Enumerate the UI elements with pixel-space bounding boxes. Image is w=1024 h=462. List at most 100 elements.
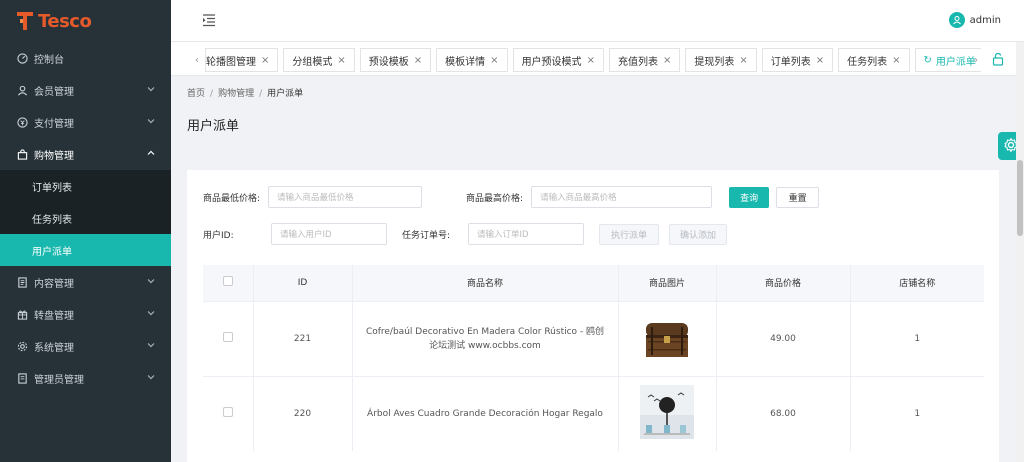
payment-icon xyxy=(16,116,28,128)
row-checkbox[interactable] xyxy=(222,407,233,418)
row-select-cell xyxy=(203,375,254,451)
close-icon[interactable]: × xyxy=(892,55,900,66)
chevron-up-icon xyxy=(147,149,157,159)
close-icon[interactable]: × xyxy=(414,55,422,66)
sidebar-menu: 控制台 会员管理 支付管理 购物管理 订单列表 任务列表 用户派单 内容管理 转… xyxy=(0,42,171,394)
sidebar-item-label: 系统管理 xyxy=(34,342,74,354)
row-checkbox[interactable] xyxy=(222,332,233,342)
tab-withdraw-list[interactable]: 提现列表 × xyxy=(685,48,757,72)
close-icon[interactable]: × xyxy=(490,55,498,66)
sidebar-item-wheel[interactable]: 转盘管理 xyxy=(0,298,171,330)
dashboard-icon xyxy=(16,52,28,64)
user-id-input[interactable]: 请输入用户ID xyxy=(271,223,387,245)
table-row: 221 Cofre/baúl Decorativo En Madera Colo… xyxy=(203,300,984,376)
username: admin xyxy=(969,14,1001,26)
select-all-checkbox[interactable] xyxy=(222,276,233,287)
tab-recharge-list[interactable]: 充值列表 × xyxy=(608,48,681,72)
tab-carousel[interactable]: 轮播图管理 × xyxy=(205,48,279,72)
breadcrumb-current: 用户派单 xyxy=(267,89,304,99)
close-icon[interactable]: × xyxy=(587,55,595,66)
avatar-icon xyxy=(948,12,965,28)
dispatch-row: 用户ID: 请输入用户ID 任务订单号: 请输入订单ID 执行派单 确认添加 xyxy=(203,223,728,245)
tab-label: 提现列表 xyxy=(694,56,735,68)
query-button[interactable]: 查询 xyxy=(729,186,770,208)
cell-id: 221 xyxy=(253,300,353,376)
tab-user-preset[interactable]: 用户预设模式 × xyxy=(512,48,604,72)
document-icon xyxy=(16,276,28,288)
tab-label: 预设模板 xyxy=(368,56,409,68)
page-scrollbar[interactable] xyxy=(1016,42,1024,462)
tab-preset-template[interactable]: 预设模板 × xyxy=(359,48,432,72)
column-header-image: 商品图片 xyxy=(618,265,717,301)
refresh-icon[interactable]: ↻ xyxy=(924,55,932,66)
sidebar-subitem-task-list[interactable]: 任务列表 xyxy=(0,202,171,234)
tab-label: 模板详情 xyxy=(445,56,486,68)
tab-order-list[interactable]: 订单列表 × xyxy=(761,48,834,72)
max-price-label: 商品最高价格: xyxy=(466,193,524,204)
tesco-logo-icon xyxy=(16,10,34,32)
cell-price: 68.00 xyxy=(716,375,851,451)
sidebar: Tesco 控制台 会员管理 支付管理 购物管理 订单列表 任务列表 用户派单 xyxy=(0,0,171,462)
gift-icon xyxy=(16,308,28,320)
sidebar-item-content[interactable]: 内容管理 xyxy=(0,266,171,298)
breadcrumb-home[interactable]: 首页 xyxy=(187,89,205,99)
breadcrumb-parent[interactable]: 购物管理 xyxy=(218,89,254,99)
sidebar-item-system[interactable]: 系统管理 xyxy=(0,330,171,362)
column-header-name: 商品名称 xyxy=(352,265,619,301)
tab-group-mode[interactable]: 分组模式 × xyxy=(283,48,355,72)
tab-task-list[interactable]: 任务列表 × xyxy=(838,48,910,72)
close-icon[interactable]: × xyxy=(739,55,747,66)
column-header-price: 商品价格 xyxy=(716,265,851,301)
tabs-scroll-left-icon[interactable]: ‹ xyxy=(187,48,207,72)
chevron-down-icon xyxy=(147,277,157,287)
order-no-input[interactable]: 请输入订单ID xyxy=(468,223,585,245)
tab-label: 任务列表 xyxy=(847,56,888,68)
close-icon[interactable]: × xyxy=(663,55,671,66)
close-icon[interactable]: × xyxy=(816,55,824,66)
page-header: 用户派单 xyxy=(171,100,1016,152)
cell-image xyxy=(618,375,717,451)
confirm-add-button[interactable]: 确认添加 xyxy=(669,223,728,245)
shopping-bag-icon xyxy=(16,148,28,160)
user-icon xyxy=(16,84,28,96)
close-icon[interactable]: × xyxy=(337,55,345,66)
dispatch-button[interactable]: 执行派单 xyxy=(599,223,660,245)
scrollbar-thumb[interactable] xyxy=(1017,160,1023,236)
tab-label: 分组模式 xyxy=(292,56,333,68)
min-price-label: 商品最低价格: xyxy=(203,193,261,204)
sidebar-item-shopping[interactable]: 购物管理 xyxy=(0,138,171,170)
max-price-input[interactable]: 请输入商品最高价格 xyxy=(531,186,713,208)
logo[interactable]: Tesco xyxy=(0,0,171,42)
lock-icon[interactable] xyxy=(992,52,1004,66)
sidebar-item-label: 管理员管理 xyxy=(34,374,84,386)
collapse-menu-icon[interactable] xyxy=(202,13,216,27)
reset-button[interactable]: 重置 xyxy=(776,186,820,208)
sidebar-item-admins[interactable]: 管理员管理 xyxy=(0,362,171,394)
tab-label: 轮播图管理 xyxy=(206,56,256,68)
min-price-input[interactable]: 请输入商品最低价格 xyxy=(268,186,423,208)
cell-image xyxy=(618,300,717,376)
column-header-id: ID xyxy=(253,265,353,301)
user-menu[interactable]: admin xyxy=(948,12,1001,28)
tabs-scroll-right-icon[interactable]: › xyxy=(966,48,986,72)
tab-template-detail[interactable]: 模板详情 × xyxy=(436,48,508,72)
sidebar-item-payment[interactable]: 支付管理 xyxy=(0,106,171,138)
breadcrumb-separator: / xyxy=(259,89,263,99)
tree-birds-painting-image xyxy=(640,385,694,442)
wooden-chest-image xyxy=(642,313,692,364)
products-table: ID 商品名称 商品图片 商品价格 店铺名称 221 Cofre/baúl De… xyxy=(203,265,984,451)
breadcrumb-separator: / xyxy=(210,89,214,99)
sidebar-subitem-user-dispatch[interactable]: 用户派单 xyxy=(0,234,171,266)
sidebar-item-dashboard[interactable]: 控制台 xyxy=(0,42,171,74)
column-header-shop: 店铺名称 xyxy=(850,265,984,301)
sidebar-item-label: 转盘管理 xyxy=(34,310,74,322)
cell-id: 220 xyxy=(253,375,353,451)
tab-label: 订单列表 xyxy=(770,56,811,68)
sidebar-subitem-order-list[interactable]: 订单列表 xyxy=(0,170,171,202)
shopping-submenu: 订单列表 任务列表 用户派单 xyxy=(0,170,171,266)
close-icon[interactable]: × xyxy=(261,55,269,66)
tab-label: 用户预设模式 xyxy=(521,56,582,68)
brand-name: Tesco xyxy=(38,10,92,32)
sidebar-item-members[interactable]: 会员管理 xyxy=(0,74,171,106)
sidebar-item-label: 控制台 xyxy=(34,54,64,66)
